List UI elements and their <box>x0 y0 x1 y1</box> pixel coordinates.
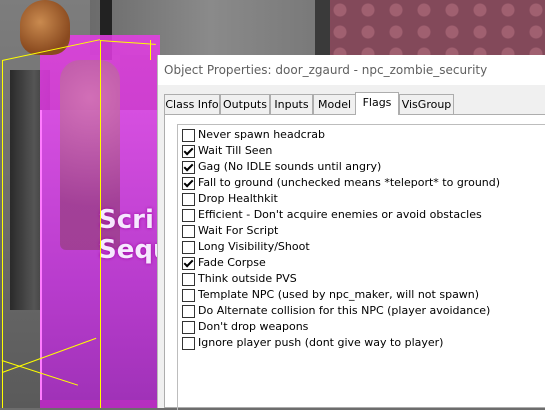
flag-label: Don't drop weapons <box>198 320 309 333</box>
checkbox[interactable] <box>182 289 195 302</box>
object-properties-dialog: Object Properties: door_zgaurd - npc_zom… <box>157 55 545 410</box>
flag-label: Wait Till Seen <box>198 144 273 157</box>
flag-label: Template NPC (used by npc_maker, will no… <box>198 288 480 301</box>
tab-class-info[interactable]: Class Info <box>164 94 220 114</box>
checkbox[interactable] <box>182 257 195 270</box>
flag-label: Gag (No IDLE sounds until angry) <box>198 160 382 173</box>
checkbox[interactable] <box>182 193 195 206</box>
tab-model[interactable]: Model <box>313 94 356 114</box>
tab-outputs[interactable]: Outputs <box>220 94 270 114</box>
flag-label: Fade Corpse <box>198 256 266 269</box>
flag-label: Long Visibility/Shoot <box>198 240 310 253</box>
flag-label: Think outside PVS <box>198 272 297 285</box>
checkbox[interactable] <box>182 305 195 318</box>
checkbox[interactable] <box>182 161 195 174</box>
flags-panel: Never spawn headcrab Wait Till Seen Gag … <box>164 114 545 410</box>
tab-visgroup[interactable]: VisGroup <box>399 94 454 114</box>
flag-label: Drop Healthkit <box>198 192 278 205</box>
dialog-titlebar[interactable]: Object Properties: door_zgaurd - npc_zom… <box>158 55 545 85</box>
checkbox[interactable] <box>182 225 195 238</box>
checkbox[interactable] <box>182 321 195 334</box>
flag-label: Fall to ground (unchecked means *telepor… <box>198 176 501 189</box>
flags-list: Never spawn headcrab Wait Till Seen Gag … <box>177 124 545 410</box>
checkbox[interactable] <box>182 145 195 158</box>
flag-label: Wait For Script <box>198 224 279 237</box>
flag-label: Ignore player push (dont give way to pla… <box>198 336 444 349</box>
checkbox[interactable] <box>182 177 195 190</box>
selection-line <box>2 60 3 408</box>
checkbox[interactable] <box>182 209 195 222</box>
selection-line <box>100 40 101 408</box>
flag-label: Never spawn headcrab <box>198 128 325 141</box>
viewport-floor-tiles <box>330 0 545 56</box>
flag-label: Do Alternate collision for this NPC (pla… <box>198 304 491 317</box>
tab-inputs[interactable]: Inputs <box>270 94 313 114</box>
flag-label: Efficient - Don't acquire enemies or avo… <box>198 208 482 221</box>
dialog-title: Object Properties: door_zgaurd - npc_zom… <box>164 63 488 77</box>
tab-strip: Class Info Outputs Inputs Model Flags Vi… <box>164 92 544 115</box>
tab-flags[interactable]: Flags <box>355 92 399 115</box>
checkbox[interactable] <box>182 129 195 142</box>
checkbox[interactable] <box>182 273 195 286</box>
checkbox[interactable] <box>182 337 195 350</box>
checkbox[interactable] <box>182 241 195 254</box>
